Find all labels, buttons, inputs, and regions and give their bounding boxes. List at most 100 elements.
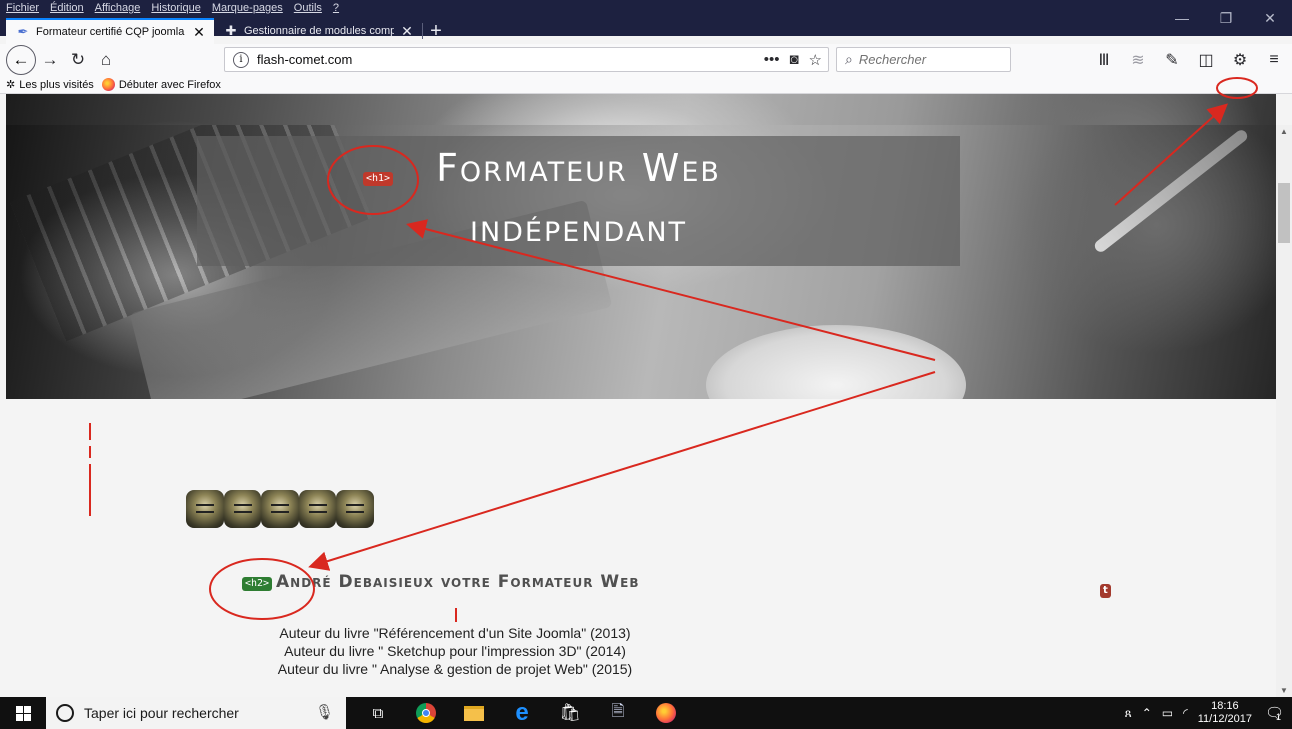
author-photo — [336, 490, 374, 528]
scroll-down-arrow[interactable]: ▼ — [1276, 686, 1292, 695]
url-bar[interactable]: i flash-comet.com ••• ◙ ☆ — [224, 47, 829, 72]
forward-button[interactable]: → — [36, 46, 64, 74]
home-button[interactable]: ⌂ — [92, 46, 120, 74]
notification-icon: 🗨 — [1264, 705, 1285, 722]
bookmark-getting-started[interactable]: Débuter avec Firefox — [101, 78, 221, 91]
microphone-icon[interactable]: 🎙 — [315, 703, 334, 721]
menu-aide[interactable]: ? — [333, 2, 339, 18]
page-actions-icon[interactable]: ••• — [764, 51, 780, 68]
pen-shape — [1092, 127, 1250, 255]
bookmark-star-icon[interactable]: ☆ — [809, 51, 822, 69]
people-icon[interactable]: ጸ — [1125, 706, 1132, 721]
pocket-icon[interactable]: ◙ — [789, 51, 798, 68]
start-button[interactable] — [0, 697, 46, 729]
url-text[interactable]: flash-comet.com — [257, 52, 764, 67]
arrow-left-icon: ← — [12, 50, 30, 69]
firefox-icon[interactable] — [652, 700, 680, 726]
clock-time: 18:16 — [1211, 700, 1239, 712]
book-item: Auteur du livre " Analyse & gestion de p… — [277, 661, 633, 677]
tab-strip: ✒ Formateur certifié CQP joomla ✕ ✚ Gest… — [0, 18, 1292, 44]
reload-button[interactable]: ↻ — [64, 46, 92, 74]
navigation-toolbar: ← → ↻ ⌂ i flash-comet.com ••• ◙ ☆ ⌕ Rech… — [0, 44, 1292, 76]
url-actions: ••• ◙ ☆ — [764, 51, 828, 69]
close-tab-icon[interactable]: ✕ — [192, 24, 206, 41]
menu-edition[interactable]: Édition — [50, 2, 84, 18]
author-photos — [186, 490, 374, 528]
page-title-line1: Formateur Web — [436, 146, 721, 190]
back-button[interactable]: ← — [6, 45, 36, 75]
clock[interactable]: 18:16 11/12/2017 — [1198, 700, 1252, 726]
scroll-up-arrow[interactable]: ▲ — [1276, 127, 1292, 136]
notification-count: 1 — [1276, 712, 1282, 722]
bookmark-most-visited[interactable]: ✲ Les plus visités — [6, 78, 94, 92]
chrome-icon[interactable] — [412, 700, 440, 726]
taskbar-search[interactable]: Taper ici pour rechercher 🎙 — [46, 697, 346, 729]
library-icon[interactable]: Ⅲ — [1094, 50, 1114, 70]
info-icon[interactable]: i — [233, 51, 249, 68]
bookmark-label: Débuter avec Firefox — [118, 78, 221, 91]
author-heading: André Debaisieux votre Formateur Web — [276, 572, 640, 592]
menu-fichier[interactable]: Fichier — [6, 2, 39, 18]
coffee-cup-shape — [706, 325, 966, 399]
close-tab-icon[interactable]: ✕ — [400, 23, 414, 40]
h2-tag-badge: <h2> — [242, 577, 273, 591]
cortana-icon — [56, 704, 74, 722]
book-item: Auteur du livre " Sketchup pour l'impres… — [284, 643, 626, 659]
sidebar-icon[interactable]: ◫ — [1196, 50, 1216, 70]
battery-icon[interactable]: ▭ — [1162, 706, 1173, 720]
edge-icon[interactable]: e — [508, 699, 536, 726]
h1-tag-badge: <h1> — [363, 172, 394, 186]
taskbar-search-placeholder: Taper ici pour rechercher — [84, 705, 239, 721]
search-placeholder: Rechercher — [858, 52, 927, 67]
notification-center[interactable]: 🗨 1 — [1262, 702, 1284, 724]
author-photo — [223, 490, 262, 528]
menu-bar: Fichier Édition Affichage Historique Mar… — [6, 2, 339, 18]
hamburger-menu-icon[interactable]: ≡ — [1264, 51, 1284, 69]
search-icon: ⌕ — [845, 51, 853, 67]
system-tray: ጸ ⌃ ▭ ◜ 18:16 11/12/2017 🗨 1 — [1125, 697, 1292, 729]
taskbar-apps: ⧉ e 🛍 🗎 — [346, 699, 680, 726]
wifi-icon[interactable]: ◜ — [1183, 706, 1188, 720]
author-photo — [298, 490, 337, 528]
eyedropper-icon[interactable]: ✎ — [1162, 50, 1182, 70]
puzzle-icon: ✚ — [225, 23, 237, 38]
menu-marque-pages[interactable]: Marque-pages — [212, 2, 283, 18]
windows-taskbar: Taper ici pour rechercher 🎙 ⧉ e 🛍 🗎 ጸ ⌃ … — [0, 697, 1292, 729]
rss-icon[interactable]: ≋ — [1128, 50, 1148, 70]
books-list: Auteur du livre "Référencement d'un Site… — [240, 624, 670, 678]
home-icon: ⌂ — [100, 50, 112, 69]
page-title: Formateur Web indépendant — [197, 138, 960, 258]
document-icon[interactable]: 🗎 — [604, 700, 632, 726]
t-tag-badge: t — [1100, 584, 1111, 598]
tab-title: Gestionnaire de modules comp — [244, 25, 394, 37]
book-item: Auteur du livre "Référencement d'un Site… — [279, 625, 631, 641]
menu-historique[interactable]: Historique — [151, 2, 201, 18]
arrow-right-icon: → — [41, 50, 59, 69]
tab-formateur[interactable]: ✒ Formateur certifié CQP joomla ✕ — [6, 18, 214, 44]
bookmarks-toolbar: ✲ Les plus visités Débuter avec Firefox — [0, 76, 1292, 94]
file-explorer-icon[interactable] — [460, 700, 488, 726]
gear-icon: ✲ — [6, 79, 16, 91]
scrollbar-thumb[interactable] — [1278, 183, 1290, 243]
menu-affichage[interactable]: Affichage — [95, 2, 141, 18]
tab-gestionnaire[interactable]: ✚ Gestionnaire de modules comp ✕ — [214, 18, 422, 44]
tab-title: Formateur certifié CQP joomla — [36, 26, 185, 38]
author-photo — [186, 490, 224, 528]
new-tab-button[interactable]: + — [423, 18, 449, 44]
chevron-up-icon[interactable]: ⌃ — [1142, 706, 1152, 720]
task-view-icon[interactable]: ⧉ — [364, 700, 392, 726]
search-bar[interactable]: ⌕ Rechercher — [836, 47, 1011, 72]
author-photo — [261, 490, 299, 528]
feather-icon: ✒ — [17, 24, 29, 39]
extension-icon[interactable]: ⚙ — [1230, 50, 1250, 70]
menu-outils[interactable]: Outils — [294, 2, 322, 18]
store-icon[interactable]: 🛍 — [556, 700, 584, 726]
bookmark-label: Les plus visités — [19, 78, 94, 91]
page-scrollbar[interactable]: ▲ ▼ — [1276, 125, 1292, 697]
reload-icon: ↻ — [70, 50, 86, 69]
toolbar-right: Ⅲ ≋ ✎ ◫ ⚙ ≡ — [1094, 44, 1284, 76]
page-title-line2: indépendant — [469, 206, 688, 250]
windows-logo-icon — [15, 705, 31, 721]
clock-date: 11/12/2017 — [1197, 713, 1252, 725]
firefox-icon — [101, 78, 115, 91]
